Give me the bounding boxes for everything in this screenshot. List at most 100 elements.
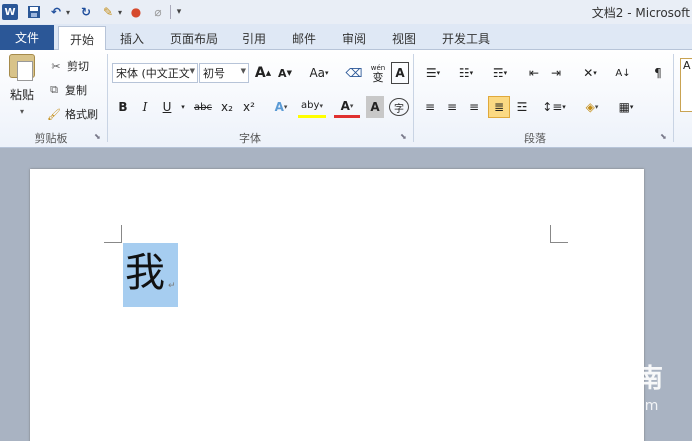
paragraph-shading-button[interactable]: ◈ ▾ [578,96,606,118]
scissors-icon: ✂ [51,59,61,73]
word-app-icon[interactable]: W [2,4,18,20]
increase-indent-button[interactable]: ⇥ [546,62,566,84]
font-name-value: 宋体 (中文正文 [116,67,190,80]
font-size-select[interactable]: 初号 ▼ [199,63,249,83]
cut-button[interactable]: ✂ 剪切 [48,58,89,74]
tab-insert[interactable]: 插入 [112,27,152,50]
paragraph-launcher-icon[interactable]: ⬊ [660,132,667,141]
paintbrush-icon[interactable]: ✎ [100,3,116,21]
paragraph-mark-icon: ¶ [654,66,662,80]
line-spacing-icon: ↕≡ [542,100,563,114]
margin-corner-top-left [104,225,122,243]
paragraph-mark: ↵ [168,281,176,291]
underline-button[interactable]: U [160,96,174,118]
grow-font-button[interactable]: A ▲ [254,62,272,84]
distributed-button[interactable]: ☲ [512,96,532,118]
copy-icon: ⧉ [50,83,58,96]
enclose-characters-button[interactable]: 字 [389,98,409,116]
line-spacing-button[interactable]: ↕≡ ▾ [540,96,568,118]
font-name-select[interactable]: 宋体 (中文正文 ▼ [112,63,198,83]
chinese-layout-button[interactable]: ✕ ▾ [576,62,604,84]
chevron-down-icon: ▼ [240,67,246,75]
justify-button[interactable]: ≣ [488,96,510,118]
chinese-layout-icon: ✕ [583,66,594,80]
sort-button[interactable]: A↓ [612,62,634,84]
character-shading-button[interactable]: A [366,96,384,118]
clear-format-icon[interactable]: ⌀ [150,3,166,21]
undo-icon[interactable]: ↶ [48,3,64,21]
group-separator [413,54,414,142]
superscript-button[interactable]: x² [240,96,258,118]
bullets-button[interactable]: ☰ ▾ [420,62,446,84]
borders-button[interactable]: ▦ ▾ [612,96,640,118]
character-border-button[interactable]: A [391,62,409,84]
font-color-button[interactable]: A ▾ [334,96,360,118]
paste-button[interactable]: 粘贴 ▾ [6,54,38,116]
phonetic-guide-button[interactable]: wén 变 [368,62,388,84]
title-bar: W ↶ ▾ ↻ ✎ ▾ ● ⌀ ▾ 文档2 - Microsoft [0,0,692,24]
clipboard-group-label: 剪贴板 [34,132,68,145]
align-center-icon: ≡ [446,100,458,114]
font-size-value: 初号 [203,67,225,80]
decrease-indent-icon: ⇤ [528,66,540,80]
undo-dropdown-icon[interactable]: ▾ [64,3,72,21]
increase-indent-icon: ⇥ [550,66,562,80]
highlight-color-button[interactable]: aby ▾ [298,96,326,118]
align-center-button[interactable]: ≡ [442,96,462,118]
format-painter-button[interactable]: 🖌 格式刷 [46,106,98,122]
margin-corner-top-right [550,225,568,243]
underline-dropdown-icon[interactable]: ▾ [178,96,188,118]
brush-icon: 🖌 [47,107,61,121]
change-case-button[interactable]: Aa ▾ [304,62,334,84]
document-area: 我 ↵ [0,149,692,441]
window-title: 文档2 - Microsoft [591,6,690,20]
tab-file[interactable]: 文件 [0,25,54,50]
paste-label: 粘贴 [9,88,34,102]
styles-gallery[interactable]: A [680,58,692,112]
tab-references[interactable]: 引用 [236,27,272,50]
chevron-down-icon: ▼ [189,67,195,75]
cut-label: 剪切 [67,60,89,73]
numbering-button[interactable]: ☷ ▾ [452,62,480,84]
text-effects-button[interactable]: A ▾ [268,96,294,118]
subscript-button[interactable]: x₂ [218,96,236,118]
tab-review[interactable]: 审阅 [336,27,372,50]
quick-access-separator [170,5,172,19]
redo-icon[interactable]: ↻ [78,3,94,21]
font-group-label: 字体 [239,132,261,145]
justify-icon: ≣ [493,100,505,114]
strikethrough-button[interactable]: abc [192,96,214,118]
show-marks-button[interactable]: ¶ [648,62,668,84]
ribbon-tab-bar: 文件 开始 插入 页面布局 引用 邮件 审阅 视图 开发工具 [0,24,692,51]
paste-dropdown-icon[interactable]: ▾ [20,107,24,116]
clear-formatting-icon[interactable]: ⌫ [344,62,364,84]
copy-button[interactable]: ⧉ 复制 [46,82,87,98]
multilevel-list-button[interactable]: ☶ ▾ [486,62,514,84]
document-page[interactable]: 我 ↵ [30,169,644,441]
shrink-font-button[interactable]: A ▼ [276,62,294,84]
align-left-button[interactable]: ≡ [420,96,440,118]
align-right-button[interactable]: ≡ [464,96,484,118]
tab-developer[interactable]: 开发工具 [436,27,496,50]
customize-quick-access-icon[interactable]: ▾ [174,3,184,21]
font-launcher-icon[interactable]: ⬊ [400,132,407,141]
save-icon[interactable] [26,3,42,21]
bold-button[interactable]: B [116,96,130,118]
decrease-indent-button[interactable]: ⇤ [524,62,544,84]
paintbrush-dropdown-icon[interactable]: ▾ [116,3,124,21]
paint-bucket-icon: ◈ [585,100,595,114]
multilevel-list-icon: ☶ [492,66,504,80]
group-separator [107,54,108,142]
tab-mailings[interactable]: 邮件 [286,27,322,50]
italic-button[interactable]: I [138,96,152,118]
paragraph-group-label: 段落 [524,132,546,145]
tab-home[interactable]: 开始 [58,26,106,51]
borders-icon: ▦ [618,100,630,114]
clipboard-launcher-icon[interactable]: ⬊ [94,132,101,141]
copy-label: 复制 [65,84,87,97]
group-separator [673,54,674,142]
color-palette-icon[interactable]: ● [128,3,144,21]
document-text[interactable]: 我 [125,247,165,299]
tab-page-layout[interactable]: 页面布局 [164,27,224,50]
tab-view[interactable]: 视图 [386,27,422,50]
